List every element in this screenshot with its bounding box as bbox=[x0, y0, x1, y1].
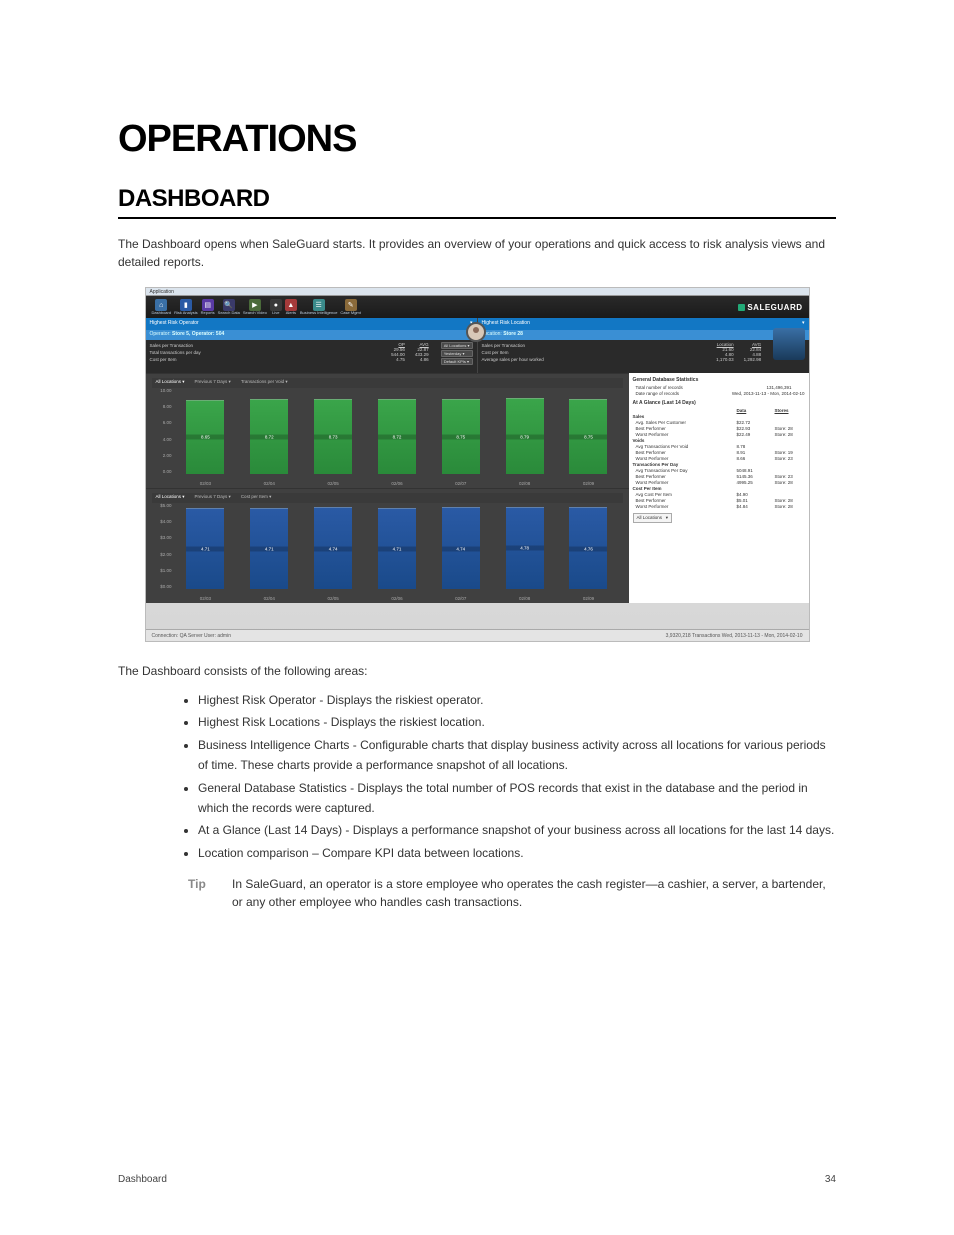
stats-row: Worst Performer8.66Store: 23 bbox=[633, 455, 805, 461]
total-records: 131,496,391 bbox=[767, 385, 805, 390]
brand-logo: SALEGUARD bbox=[738, 303, 802, 312]
risk-operator-value[interactable]: Store 5, Operator: 504 bbox=[172, 331, 224, 337]
stats-row: Avg Transactions Per Day5048.91 bbox=[633, 467, 805, 473]
stats-row: Best Performer8.91Store: 19 bbox=[633, 449, 805, 455]
status-right: 3,9320,218 Transactions Wed, 2013-11-13 … bbox=[666, 633, 803, 639]
stats-row: Avg Transactions Per Void8.78 bbox=[633, 443, 805, 449]
chart-bar[interactable]: 8.79 bbox=[506, 398, 544, 474]
panel-title: Highest Risk Location bbox=[482, 320, 530, 328]
chart-transactions-per-void: All Locations ▾ Previous 7 Days ▾ Transact… bbox=[146, 373, 629, 488]
tip-label: Tip bbox=[188, 875, 222, 911]
chart-bar[interactable]: 8.75 bbox=[569, 399, 607, 474]
chart-bar[interactable]: 8.65 bbox=[186, 400, 224, 474]
map-icon[interactable] bbox=[773, 328, 805, 360]
app-menubar[interactable]: Application bbox=[146, 288, 809, 296]
stats-location-dropdown[interactable]: All Locations ▾ bbox=[633, 513, 673, 523]
highest-risk-location-panel: Highest Risk Location▾ Location: Store 2… bbox=[477, 318, 809, 373]
stats-row: Avg Cost Per Item$4.90 bbox=[633, 491, 805, 497]
list-item: General Database Statistics - Displays t… bbox=[198, 778, 836, 819]
chart-tab[interactable]: Cost per Item ▾ bbox=[241, 494, 272, 502]
toolbar-search-data-button[interactable]: 🔍Search Data bbox=[218, 299, 240, 315]
footer-section: Dashboard bbox=[118, 1174, 167, 1185]
page-number: 34 bbox=[825, 1174, 836, 1185]
risk-row: Highest Risk Operator▾ Operator: Store 5… bbox=[146, 318, 809, 373]
list-item: Highest Risk Locations - Displays the ri… bbox=[198, 712, 836, 732]
chart-tab[interactable]: Previous 7 Days ▾ bbox=[195, 494, 231, 502]
chart-bar[interactable]: 8.73 bbox=[314, 399, 352, 474]
section-heading: DASHBOARD bbox=[118, 185, 836, 219]
charts-area: All Locations ▾ Previous 7 Days ▾ Transact… bbox=[146, 373, 809, 603]
chart-bar[interactable]: 4.71 bbox=[250, 508, 288, 589]
shield-icon bbox=[738, 304, 745, 311]
page-footer: Dashboard 34 bbox=[118, 1174, 836, 1185]
toolbar-case-mgmt-button[interactable]: ✎Case Mgmt bbox=[340, 299, 360, 315]
chart-bar[interactable]: 8.72 bbox=[378, 399, 416, 474]
dropdown[interactable]: Yesterday ▾ bbox=[441, 350, 473, 357]
tip-text: In SaleGuard, an operator is a store emp… bbox=[232, 875, 836, 911]
highest-risk-operator-panel: Highest Risk Operator▾ Operator: Store 5… bbox=[146, 318, 477, 373]
chart-tab[interactable]: All Locations ▾ bbox=[156, 379, 185, 387]
stats-row: Best Performer$22.93Store: 28 bbox=[633, 425, 805, 431]
chart-cost-per-item: All Locations ▾ Previous 7 Days ▾ Cost per… bbox=[146, 488, 629, 603]
stats-row: Worst Performer$4.84Store: 28 bbox=[633, 503, 805, 509]
list-item: Location comparison – Compare KPI data b… bbox=[198, 843, 836, 863]
status-bar: Connection: QA Server User: admin 3,9320… bbox=[146, 629, 809, 641]
stats-title: General Database Statistics bbox=[633, 377, 805, 383]
dropdown[interactable]: Default KPIs ▾ bbox=[441, 358, 473, 365]
chart-bar[interactable]: 4.71 bbox=[378, 508, 416, 589]
status-left: Connection: QA Server User: admin bbox=[152, 633, 231, 639]
features-heading: The Dashboard consists of the following … bbox=[118, 662, 836, 680]
toolbar-risk-analysis-button[interactable]: ▮Risk Analysis bbox=[174, 299, 198, 315]
chevron-down-icon[interactable]: ▾ bbox=[802, 320, 805, 328]
stats-row: Worst Performer4995.25Store: 28 bbox=[633, 479, 805, 485]
stats-row: Worst Performer$22.49Store: 28 bbox=[633, 431, 805, 437]
date-range: Wed, 2013-11-13 - Mon, 2014-02-10 bbox=[732, 391, 805, 396]
chart-bar[interactable]: 4.74 bbox=[314, 507, 352, 589]
stats-row: Avg. Sales Per Customer$22.72 bbox=[633, 419, 805, 425]
dropdown[interactable]: All Locations ▾ bbox=[441, 342, 473, 349]
toolbar-business-intelligence-button[interactable]: ☰Business Intelligence bbox=[300, 299, 338, 315]
chart-bar[interactable]: 4.78 bbox=[506, 507, 544, 589]
toolbar-reports-button[interactable]: ▤Reports bbox=[201, 299, 215, 315]
chart-bar[interactable]: 4.74 bbox=[442, 507, 480, 589]
page-title: OPERATIONS bbox=[118, 118, 836, 161]
toolbar-live-button[interactable]: ●Live bbox=[270, 299, 282, 315]
chart-bar[interactable]: 4.76 bbox=[569, 507, 607, 589]
intro-paragraph: The Dashboard opens when SaleGuard start… bbox=[118, 235, 836, 271]
risk-location-value[interactable]: Store 28 bbox=[503, 331, 523, 337]
glance-title: At A Glance (Last 14 Days) bbox=[633, 400, 805, 406]
toolbar-search-video-button[interactable]: ▶Search Video bbox=[243, 299, 267, 315]
toolbar-alerts-button[interactable]: ▲Alerts bbox=[285, 299, 297, 315]
panel-title: Highest Risk Operator bbox=[150, 320, 199, 328]
chart-tab[interactable]: Transactions per Void ▾ bbox=[241, 379, 288, 387]
chart-tab[interactable]: Previous 7 Days ▾ bbox=[195, 379, 231, 387]
stats-row: Best Performer$5.01Store: 28 bbox=[633, 497, 805, 503]
list-item: Business Intelligence Charts - Configura… bbox=[198, 735, 836, 776]
stats-sidebar: General Database Statistics Total number… bbox=[629, 373, 809, 603]
operator-avatar[interactable] bbox=[466, 322, 486, 342]
dashboard-screenshot: Application ⌂Dashboard▮Risk Analysis▤Rep… bbox=[145, 287, 810, 642]
chart-bar[interactable]: 4.71 bbox=[186, 508, 224, 589]
chart-tab[interactable]: All Locations ▾ bbox=[156, 494, 185, 502]
stats-row: Best Performer5145.36Store: 23 bbox=[633, 473, 805, 479]
chart-bar[interactable]: 8.75 bbox=[442, 399, 480, 474]
app-toolbar: ⌂Dashboard▮Risk Analysis▤Reports🔍Search … bbox=[146, 296, 809, 318]
tip-callout: Tip In SaleGuard, an operator is a store… bbox=[188, 875, 836, 911]
toolbar-dashboard-button[interactable]: ⌂Dashboard bbox=[152, 299, 172, 315]
list-item: Highest Risk Operator - Displays the ris… bbox=[198, 690, 836, 710]
chart-bar[interactable]: 8.72 bbox=[250, 399, 288, 474]
features-list: Highest Risk Operator - Displays the ris… bbox=[198, 690, 836, 863]
list-item: At a Glance (Last 14 Days) - Displays a … bbox=[198, 820, 836, 840]
